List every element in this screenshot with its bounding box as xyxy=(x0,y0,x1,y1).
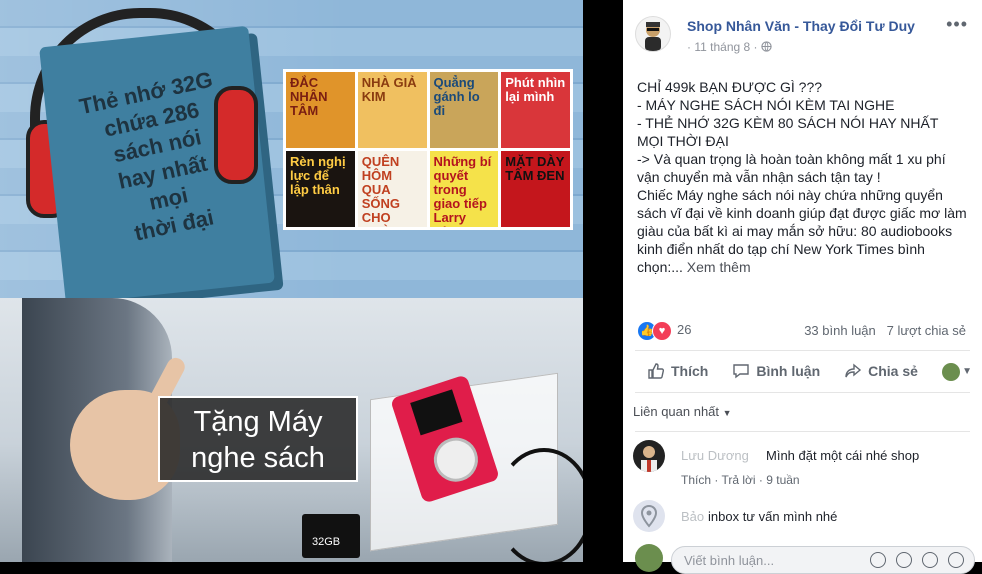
comment-filter[interactable]: Liên quan nhất ▼ xyxy=(633,404,732,419)
post-timestamp[interactable]: 11 tháng 8 xyxy=(694,40,750,54)
comment-text: Mình đặt một cái nhé shop xyxy=(766,448,920,463)
comment-text: inbox tư vấn mình nhé xyxy=(708,509,838,524)
image-bottom-panel: Tặng Máy nghe sách 32GB xyxy=(0,298,583,562)
gift-caption: Tặng Máy nghe sách xyxy=(158,396,358,482)
comment-meta: Thích · Trả lời · 9 tuần xyxy=(681,473,800,487)
reaction-count[interactable]: 26 xyxy=(677,322,691,337)
comment-avatar[interactable] xyxy=(633,500,665,532)
book-cover-title: QUÊN HÔM QUA SỐNG CHO NGÀY MAI xyxy=(361,154,401,228)
book-cover-title: ĐẮC NHÂN TÂM xyxy=(290,75,328,118)
share-label: Chia sẻ xyxy=(868,363,918,379)
post-body: CHỈ 499k BẠN ĐƯỢC GÌ ??? - MÁY NGHE SÁCH… xyxy=(637,78,967,276)
comment-like-link[interactable]: Thích xyxy=(681,473,711,487)
share-icon xyxy=(845,363,862,378)
thumbs-up-icon xyxy=(648,363,665,379)
divider xyxy=(635,392,970,393)
comment-reply-link[interactable]: Trả lời xyxy=(721,473,755,487)
book-cover-title: Rèn nghị lực để lập thân xyxy=(290,154,346,197)
comment-avatar[interactable] xyxy=(633,440,665,472)
book-cover: QUÊN HÔM QUA SỐNG CHO NGÀY MAI xyxy=(357,151,427,228)
avatar-icon xyxy=(641,446,657,472)
comment-age[interactable]: 9 tuần xyxy=(766,473,799,487)
book-cover-title: Quẳng gánh lo đi xyxy=(433,75,480,118)
post-stats: 33 bình luận 7 lượt chia sẻ xyxy=(804,323,966,338)
more-options-icon[interactable]: ••• xyxy=(946,14,968,35)
comment-input[interactable]: Viết bình luận... xyxy=(671,546,975,574)
player-wheel xyxy=(428,431,484,488)
player-screen xyxy=(410,389,463,436)
post-text: CHỈ 499k BẠN ĐƯỢC GÌ ??? - MÁY NGHE SÁCH… xyxy=(637,79,967,275)
chevron-down-icon: ▼ xyxy=(722,408,732,418)
comment-input-placeholder: Viết bình luận... xyxy=(684,553,775,568)
comments-count[interactable]: 33 bình luận xyxy=(804,323,876,338)
book-cover: NHÀ GIẢ KIM xyxy=(357,72,427,148)
book-cover: Phút nhìn lại mình xyxy=(501,72,570,148)
commenter-name[interactable]: Lưu Dương xyxy=(681,448,749,463)
like-label: Thích xyxy=(671,363,709,379)
book-cover: Quẳng gánh lo đi xyxy=(429,72,499,148)
media-gap xyxy=(583,0,623,562)
input-icons xyxy=(870,552,964,568)
post-image[interactable]: Thẻ nhớ 32G chứa 286 sách nói hay nhất m… xyxy=(0,0,583,562)
screen: Thẻ nhớ 32G chứa 286 sách nói hay nhất m… xyxy=(0,0,982,574)
book-cover: MẶT DÀY TÂM ĐEN xyxy=(501,151,570,227)
globe-icon xyxy=(761,41,772,52)
map-pin-icon xyxy=(640,504,658,528)
my-avatar[interactable] xyxy=(635,544,663,572)
emoji-icon[interactable] xyxy=(870,552,886,568)
sd-card-label: 32GB xyxy=(312,536,341,548)
actor-avatar[interactable] xyxy=(942,363,960,381)
post-panel: Shop Nhân Văn - Thay Đổi Tư Duy · 11 thá… xyxy=(623,0,982,574)
book-cover-title: MẶT DÀY TÂM ĐEN xyxy=(505,154,565,183)
share-button[interactable]: Chia sẻ xyxy=(844,362,918,380)
book-cover-title: Những bí quyết trong giao tiếp Larry Kin… xyxy=(433,154,492,228)
page-avatar[interactable] xyxy=(635,16,671,52)
image-top-panel: Thẻ nhớ 32G chứa 286 sách nói hay nhất m… xyxy=(0,0,583,305)
avatar-icon xyxy=(645,22,661,51)
separator: · xyxy=(687,40,691,54)
book-cover: Rèn nghị lực để lập thân xyxy=(286,151,355,227)
like-button[interactable]: Thích xyxy=(647,362,708,380)
book-covers-grid: ĐẮC NHÂN TÂM NHÀ GIẢ KIM Quẳng gánh lo đ… xyxy=(283,69,573,230)
book-cover: Những bí quyết trong giao tiếp Larry Kin… xyxy=(429,151,499,228)
love-reaction-icon: ♥ xyxy=(652,321,672,341)
book-cover-title: NHÀ GIẢ KIM xyxy=(361,75,417,104)
sticker-icon[interactable] xyxy=(948,552,964,568)
earphone-cable xyxy=(495,448,583,562)
camera-icon[interactable] xyxy=(896,552,912,568)
page-name-link[interactable]: Shop Nhân Văn - Thay Đổi Tư Duy xyxy=(687,18,915,34)
comment-icon xyxy=(733,364,750,379)
see-more-link[interactable]: Xem thêm xyxy=(683,259,751,275)
comment-button[interactable]: Bình luận xyxy=(732,362,820,380)
book-cover-title: Phút nhìn lại mình xyxy=(505,75,566,104)
gif-icon[interactable] xyxy=(922,552,938,568)
chevron-down-icon[interactable]: ▼ xyxy=(962,366,972,377)
divider xyxy=(635,350,970,351)
commenter-name[interactable]: Bảo xyxy=(681,509,704,524)
post-meta: · 11 tháng 8 · xyxy=(687,40,772,54)
action-bar: Thích Bình luận Chia sẻ xyxy=(623,352,982,390)
sd-card: 32GB xyxy=(302,514,360,558)
comment-label: Bình luận xyxy=(756,363,821,379)
shares-count[interactable]: 7 lượt chia sẻ xyxy=(887,323,966,338)
book-cover: ĐẮC NHÂN TÂM xyxy=(286,72,355,148)
separator: · xyxy=(753,40,758,54)
divider xyxy=(635,431,970,432)
comment-filter-label: Liên quan nhất xyxy=(633,404,720,419)
